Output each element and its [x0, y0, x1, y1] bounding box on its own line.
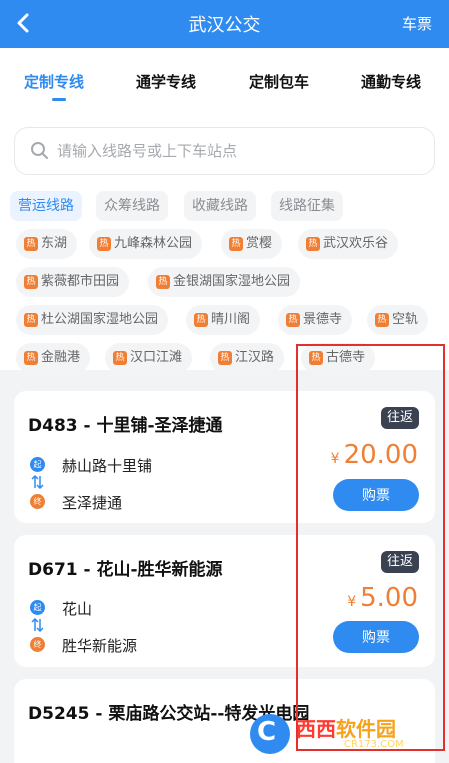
route-name: D671 - 花山-胜华新能源	[28, 560, 223, 580]
hot-icon: 热	[97, 237, 111, 251]
hot-tag[interactable]: 热金融港	[16, 343, 91, 373]
round-trip-badge: 往返	[380, 407, 419, 429]
hot-tag[interactable]: 热紫薇都市田园	[16, 267, 130, 297]
ticket-link[interactable]: 车票	[402, 13, 432, 34]
hot-icon: 热	[24, 237, 38, 251]
hot-tag[interactable]: 热赏樱	[221, 229, 283, 259]
route-name: D483 - 十里铺-圣泽捷通	[28, 416, 223, 436]
tab-bar: 定制专线 通学专线 定制包车 通勤专线	[0, 48, 449, 110]
hot-tag[interactable]: 热古德寺	[301, 343, 376, 373]
start-stop-icon: 起	[30, 457, 45, 472]
hot-tag[interactable]: 热空轨	[367, 305, 429, 335]
route-price: ¥5.00	[347, 583, 418, 613]
hot-icon: 热	[229, 237, 243, 251]
active-tab-indicator	[52, 98, 66, 101]
category-operating[interactable]: 营运线路	[10, 191, 82, 221]
tab-school-line[interactable]: 通学专线	[136, 71, 196, 92]
route-list: D483 - 十里铺-圣泽捷通 往返 起 赫山路十里铺 终 圣泽捷通 ¥20.0…	[0, 370, 449, 763]
hot-icon: 热	[24, 351, 38, 365]
start-stop-icon: 起	[30, 600, 45, 615]
watermark-logo: C 西西软件园 CR173.COM	[250, 712, 446, 756]
app-header: 武汉公交 车票	[0, 0, 449, 48]
hot-icon: 热	[113, 351, 127, 365]
hot-tag[interactable]: 热汉口江滩	[105, 343, 193, 373]
hot-tag[interactable]: 热景德寺	[278, 305, 353, 335]
hot-icon: 热	[194, 313, 208, 327]
hot-icon: 热	[375, 313, 389, 327]
swap-direction-icon	[31, 618, 44, 632]
search-icon	[31, 142, 48, 159]
category-route-collection[interactable]: 线路征集	[271, 191, 343, 221]
start-stop-name: 花山	[62, 600, 93, 618]
hot-tag[interactable]: 热武汉欢乐谷	[298, 229, 399, 259]
hot-icon: 热	[218, 351, 232, 365]
buy-ticket-button[interactable]: 购票	[333, 479, 419, 511]
hot-tag[interactable]: 热东湖	[16, 229, 78, 259]
category-crowdfunding[interactable]: 众筹线路	[96, 191, 168, 221]
hot-tag[interactable]: 热江汉路	[210, 343, 285, 373]
route-card[interactable]: D671 - 花山-胜华新能源 往返 起 花山 终 胜华新能源 ¥5.00 购票	[14, 535, 435, 667]
hot-icon: 热	[24, 313, 38, 327]
hot-icon: 热	[156, 275, 170, 289]
route-price: ¥20.00	[330, 440, 418, 470]
hot-icon: 热	[286, 313, 300, 327]
swap-direction-icon	[31, 475, 44, 489]
hot-icon: 热	[309, 351, 323, 365]
page-title: 武汉公交	[188, 15, 261, 36]
watermark-logo-icon: C	[250, 714, 290, 754]
hot-tag[interactable]: 热晴川阁	[186, 305, 261, 335]
hot-icon: 热	[24, 275, 38, 289]
route-card[interactable]: D483 - 十里铺-圣泽捷通 往返 起 赫山路十里铺 终 圣泽捷通 ¥20.0…	[14, 391, 435, 523]
hot-tag[interactable]: 热杜公湖国家湿地公园	[16, 305, 169, 335]
end-stop-icon: 终	[30, 494, 45, 509]
search-box[interactable]	[14, 127, 435, 175]
hot-tag[interactable]: 热金银湖国家湿地公园	[148, 267, 301, 297]
category-favorites[interactable]: 收藏线路	[184, 191, 256, 221]
hot-icon: 热	[306, 237, 320, 251]
start-stop-name: 赫山路十里铺	[62, 457, 153, 475]
tab-charter[interactable]: 定制包车	[249, 71, 309, 92]
end-stop-icon: 终	[30, 637, 45, 652]
search-input[interactable]	[57, 137, 417, 165]
end-stop-name: 胜华新能源	[62, 637, 138, 655]
round-trip-badge: 往返	[380, 551, 419, 573]
hot-tag[interactable]: 热九峰森林公园	[89, 229, 203, 259]
tab-custom-line[interactable]: 定制专线	[24, 71, 84, 92]
buy-ticket-button[interactable]: 购票	[333, 621, 419, 653]
tab-commute-line[interactable]: 通勤专线	[361, 71, 421, 92]
end-stop-name: 圣泽捷通	[62, 494, 123, 512]
